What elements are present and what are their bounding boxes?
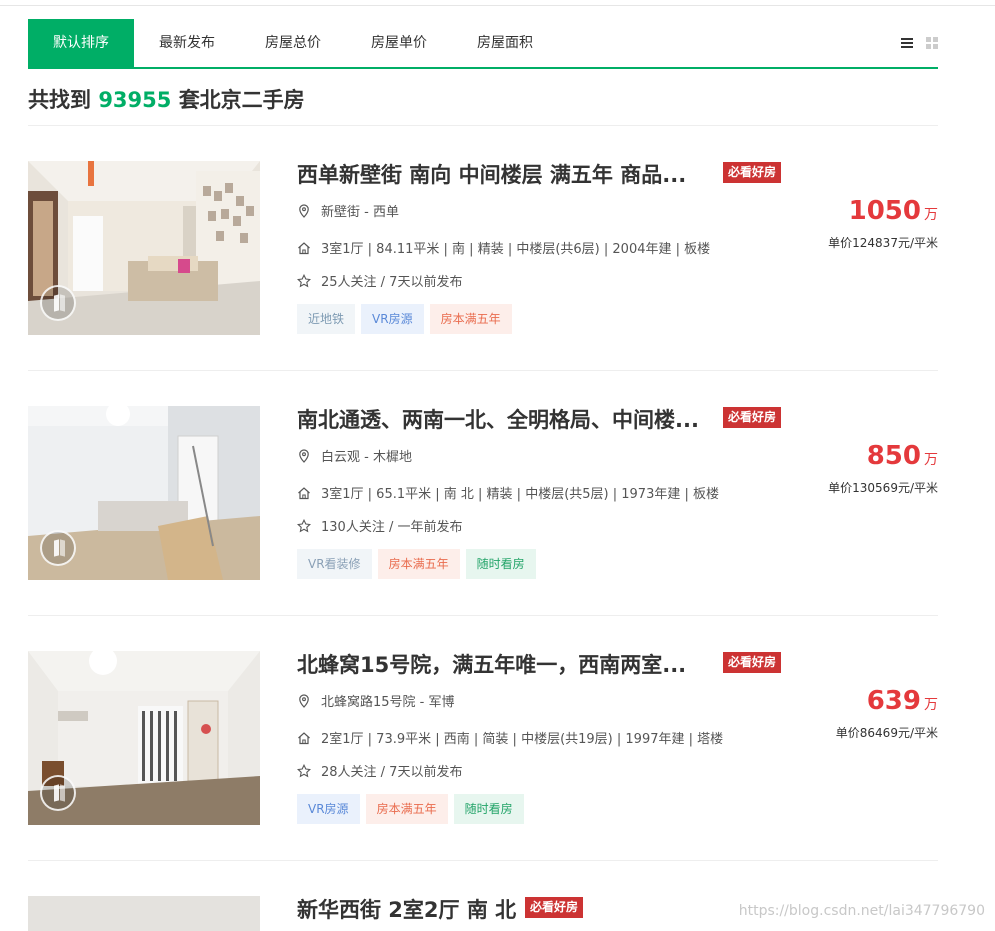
watermark: https://blog.csdn.net/lai347796790 (738, 903, 985, 919)
listing-photo[interactable] (28, 896, 260, 931)
result-count: 93955 (98, 88, 172, 112)
listing-photo[interactable] (28, 651, 260, 825)
tag-five-years: 房本满五年 (365, 794, 448, 824)
house-info: 3室1厅 | 65.1平米 | 南 北 | 精装 | 中楼层(共5层) | 19… (297, 483, 719, 502)
vr-icon (40, 285, 76, 321)
tag-five-years: 房本满五年 (377, 549, 460, 579)
follow-info: 25人关注 / 7天以前发布 (297, 271, 462, 290)
total-price: 639 (866, 686, 921, 716)
view-switcher (901, 37, 938, 49)
listing-title[interactable]: 北蜂窝15号院，满五年唯一，西南两室... (297, 649, 686, 679)
vr-icon (40, 530, 76, 566)
listing-photo[interactable] (28, 161, 260, 335)
house-icon (298, 486, 310, 499)
follow-info-text: 25人关注 / 7天以前发布 (321, 275, 463, 290)
listing-photo[interactable] (28, 406, 260, 580)
feature-tags: VR看装修 房本满五年 随时看房 (297, 549, 536, 579)
star-icon (297, 763, 311, 777)
total-price: 1050 (848, 196, 921, 226)
unit-price: 单价86469元/平米 (835, 726, 938, 740)
tab-newest[interactable]: 最新发布 (134, 19, 240, 67)
house-info-text: 2室1厅 | 73.9平米 | 西南 | 简装 | 中楼层(共19层) | 19… (321, 732, 724, 747)
listing-item: 南北通透、两南一北、全明格局、中间楼... 必看好房 白云观 - 木樨地 3室1… (28, 371, 938, 616)
must-see-badge: 必看好房 (723, 407, 782, 428)
location-text[interactable]: 白云观 - 木樨地 (321, 446, 412, 465)
price-unit: 万 (924, 452, 938, 468)
result-prefix: 共找到 (28, 88, 91, 112)
star-icon (297, 273, 311, 287)
must-see-badge: 必看好房 (723, 162, 782, 183)
result-suffix: 套北京二手房 (178, 88, 305, 112)
tab-default-sort[interactable]: 默认排序 (28, 19, 134, 67)
listing-title[interactable]: 新华西街 2室2厅 南 北 (297, 894, 516, 924)
location-text[interactable]: 北蜂窝路15号院 - 军博 (321, 691, 455, 710)
listing-title[interactable]: 西单新壁街 南向 中间楼层 满五年 商品... (297, 159, 686, 189)
house-info: 2室1厅 | 73.9平米 | 西南 | 简装 | 中楼层(共19层) | 19… (297, 728, 723, 747)
must-see-badge: 必看好房 (525, 897, 584, 918)
house-info-text: 3室1厅 | 65.1平米 | 南 北 | 精装 | 中楼层(共5层) | 19… (321, 487, 719, 502)
vr-icon (40, 775, 76, 811)
house-icon (298, 241, 310, 254)
follow-info-text: 28人关注 / 7天以前发布 (321, 765, 463, 780)
location-pin-icon (299, 448, 309, 463)
must-see-badge: 必看好房 (723, 652, 782, 673)
price-unit: 万 (924, 697, 938, 713)
top-border (0, 5, 995, 6)
sort-tabs: 默认排序 最新发布 房屋总价 房屋单价 房屋面积 (28, 19, 938, 69)
star-icon (297, 518, 311, 532)
tab-unit-price[interactable]: 房屋单价 (346, 19, 452, 67)
feature-tags: 近地铁 VR房源 房本满五年 (297, 304, 512, 334)
tag-near-subway: 近地铁 (297, 304, 356, 334)
tab-total-price[interactable]: 房屋总价 (240, 19, 346, 67)
house-info: 3室1厅 | 84.11平米 | 南 | 精装 | 中楼层(共6层) | 200… (297, 238, 710, 257)
price-block: 850 万 单价130569元/平米 (828, 441, 938, 496)
follow-info-text: 130人关注 / 一年前发布 (321, 520, 463, 535)
list-view-icon[interactable] (901, 37, 913, 49)
listing-location: 新壁街 - 西单 (297, 201, 399, 220)
tag-five-years: 房本满五年 (429, 304, 512, 334)
follow-info: 28人关注 / 7天以前发布 (297, 761, 462, 780)
grid-view-icon[interactable] (926, 37, 938, 49)
tag-anytime-viewing: 随时看房 (465, 549, 536, 579)
tag-anytime-viewing: 随时看房 (453, 794, 524, 824)
feature-tags: VR房源 房本满五年 随时看房 (297, 794, 524, 824)
unit-price: 单价124837元/平米 (828, 236, 938, 250)
listing-title[interactable]: 南北通透、两南一北、全明格局、中间楼... (297, 404, 699, 434)
listing-item: 北蜂窝15号院，满五年唯一，西南两室... 必看好房 北蜂窝路15号院 - 军博… (28, 616, 938, 861)
tag-vr: VR房源 (361, 304, 424, 334)
location-pin-icon (299, 203, 309, 218)
listing-location: 北蜂窝路15号院 - 军博 (297, 691, 455, 710)
tag-vr-decoration: VR看装修 (297, 549, 372, 579)
price-block: 639 万 单价86469元/平米 (836, 686, 938, 741)
total-price: 850 (866, 441, 921, 471)
price-unit: 万 (924, 207, 938, 223)
listing-item: 新华西街 2室2厅 南 北 必看好房 (28, 861, 938, 931)
tab-area[interactable]: 房屋面积 (452, 19, 558, 67)
house-icon (298, 731, 310, 744)
tag-vr: VR房源 (297, 794, 360, 824)
follow-info: 130人关注 / 一年前发布 (297, 516, 462, 535)
listing-item: 西单新壁街 南向 中间楼层 满五年 商品... 必看好房 新壁街 - 西单 3室… (28, 126, 938, 371)
price-block: 1050 万 单价124837元/平米 (828, 196, 938, 251)
unit-price: 单价130569元/平米 (828, 481, 938, 495)
location-text[interactable]: 新壁街 - 西单 (321, 201, 399, 220)
house-info-text: 3室1厅 | 84.11平米 | 南 | 精装 | 中楼层(共6层) | 200… (321, 242, 711, 257)
listing-location: 白云观 - 木樨地 (297, 446, 412, 465)
result-count-heading: 共找到 93955 套北京二手房 (28, 84, 305, 114)
location-pin-icon (299, 693, 309, 708)
